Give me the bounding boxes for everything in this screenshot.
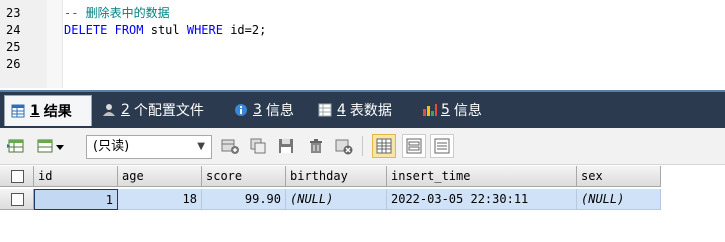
tab-table-data[interactable]: 4 表数据 (312, 95, 408, 125)
sql-editor[interactable]: 23 -- 删除表中的数据 24 DELETE FROM stul WHERE id=… (0, 0, 725, 88)
tab-messages-label: 信息 (453, 103, 482, 119)
sql-keyword: FROM (114, 23, 144, 37)
column-header-age[interactable]: age (118, 166, 202, 187)
export-grid-icon[interactable] (6, 136, 26, 156)
chevron-down-icon: ▼ (197, 141, 205, 152)
tab-result[interactable]: 1 结果 (4, 95, 92, 126)
line-number: 23 (6, 6, 21, 20)
tab-profiles-number: 2 (121, 102, 130, 118)
line-number: 24 (6, 23, 21, 37)
cell-birthday[interactable]: (NULL) (286, 189, 387, 210)
select-all-checkbox[interactable] (11, 170, 24, 183)
table-data-icon (318, 103, 332, 117)
code-text: -- 删除表中的数据 (64, 5, 170, 22)
readonly-mode-value: (只读) (93, 139, 130, 154)
add-row-icon[interactable] (220, 136, 240, 156)
cell-score[interactable]: 99.90 (202, 189, 286, 210)
save-icon[interactable] (276, 136, 296, 156)
tab-result-number: 1 (30, 103, 40, 119)
code-line[interactable]: 23 -- 删除表中的数据 (0, 5, 725, 22)
code-line[interactable]: 26 (0, 56, 725, 73)
column-header-birthday[interactable]: birthday (286, 166, 387, 187)
sql-text: stul (143, 23, 187, 37)
messages-icon (422, 103, 437, 117)
tab-profiles[interactable]: 2 个配置文件 (96, 95, 214, 125)
sql-text: id=2; (222, 23, 267, 37)
cell-sex[interactable]: (NULL) (577, 189, 661, 210)
cancel-icon[interactable] (334, 136, 354, 156)
tab-info[interactable]: 3 信息 (228, 95, 302, 125)
line-number: 25 (6, 40, 21, 54)
tab-table-data-label: 表数据 (349, 103, 392, 119)
grid-view-icon[interactable] (372, 134, 396, 158)
profile-icon (102, 103, 116, 117)
toolbar-separator (362, 136, 363, 156)
column-header-sex[interactable]: sex (577, 166, 661, 187)
code-text: DELETE FROM stul WHERE id=2; (64, 22, 266, 39)
row-checkbox[interactable] (11, 193, 24, 206)
cell-insert-time[interactable]: 2022-03-05 22:30:11 (387, 189, 577, 210)
sql-comment: -- 删除表中的数据 (64, 6, 170, 20)
tab-table-data-number: 4 (337, 102, 346, 118)
tab-messages[interactable]: 5 信息 (416, 95, 500, 125)
sql-keyword: DELETE (64, 23, 108, 37)
column-header-id[interactable]: id (34, 166, 118, 187)
column-header-insert-time[interactable]: insert_time (387, 166, 577, 187)
tab-info-number: 3 (253, 102, 262, 118)
readonly-mode-select[interactable]: (只读) ▼ (86, 135, 212, 159)
result-grid[interactable]: id age score birthday insert_time sex 1 … (0, 166, 725, 242)
tab-info-label: 信息 (265, 103, 294, 119)
result-grid-icon (11, 104, 25, 118)
code-line[interactable]: 24 DELETE FROM stul WHERE id=2; (0, 22, 725, 39)
tab-result-label: 结果 (43, 104, 72, 120)
select-all-cell[interactable] (0, 166, 34, 187)
delete-icon[interactable] (306, 136, 326, 156)
row-select-cell[interactable] (0, 189, 34, 210)
result-tab-bar: 1 结果 2 个配置文件 3 信息 4 表数据 5 信息 (0, 90, 725, 130)
line-number: 26 (6, 57, 21, 71)
text-view-icon[interactable] (430, 134, 454, 158)
sql-keyword: WHERE (186, 23, 223, 37)
result-toolbar: (只读) ▼ (0, 128, 725, 165)
filter-dropdown-icon[interactable] (36, 136, 68, 156)
cell-age[interactable]: 18 (118, 189, 202, 210)
tab-profiles-label: 个配置文件 (133, 103, 204, 119)
cell-id[interactable]: 1 (34, 189, 118, 210)
tab-messages-number: 5 (441, 102, 450, 118)
form-view-icon[interactable] (402, 134, 426, 158)
column-header-score[interactable]: score (202, 166, 286, 187)
code-line[interactable]: 25 (0, 39, 725, 56)
info-icon (234, 103, 248, 117)
duplicate-row-icon[interactable] (248, 136, 268, 156)
